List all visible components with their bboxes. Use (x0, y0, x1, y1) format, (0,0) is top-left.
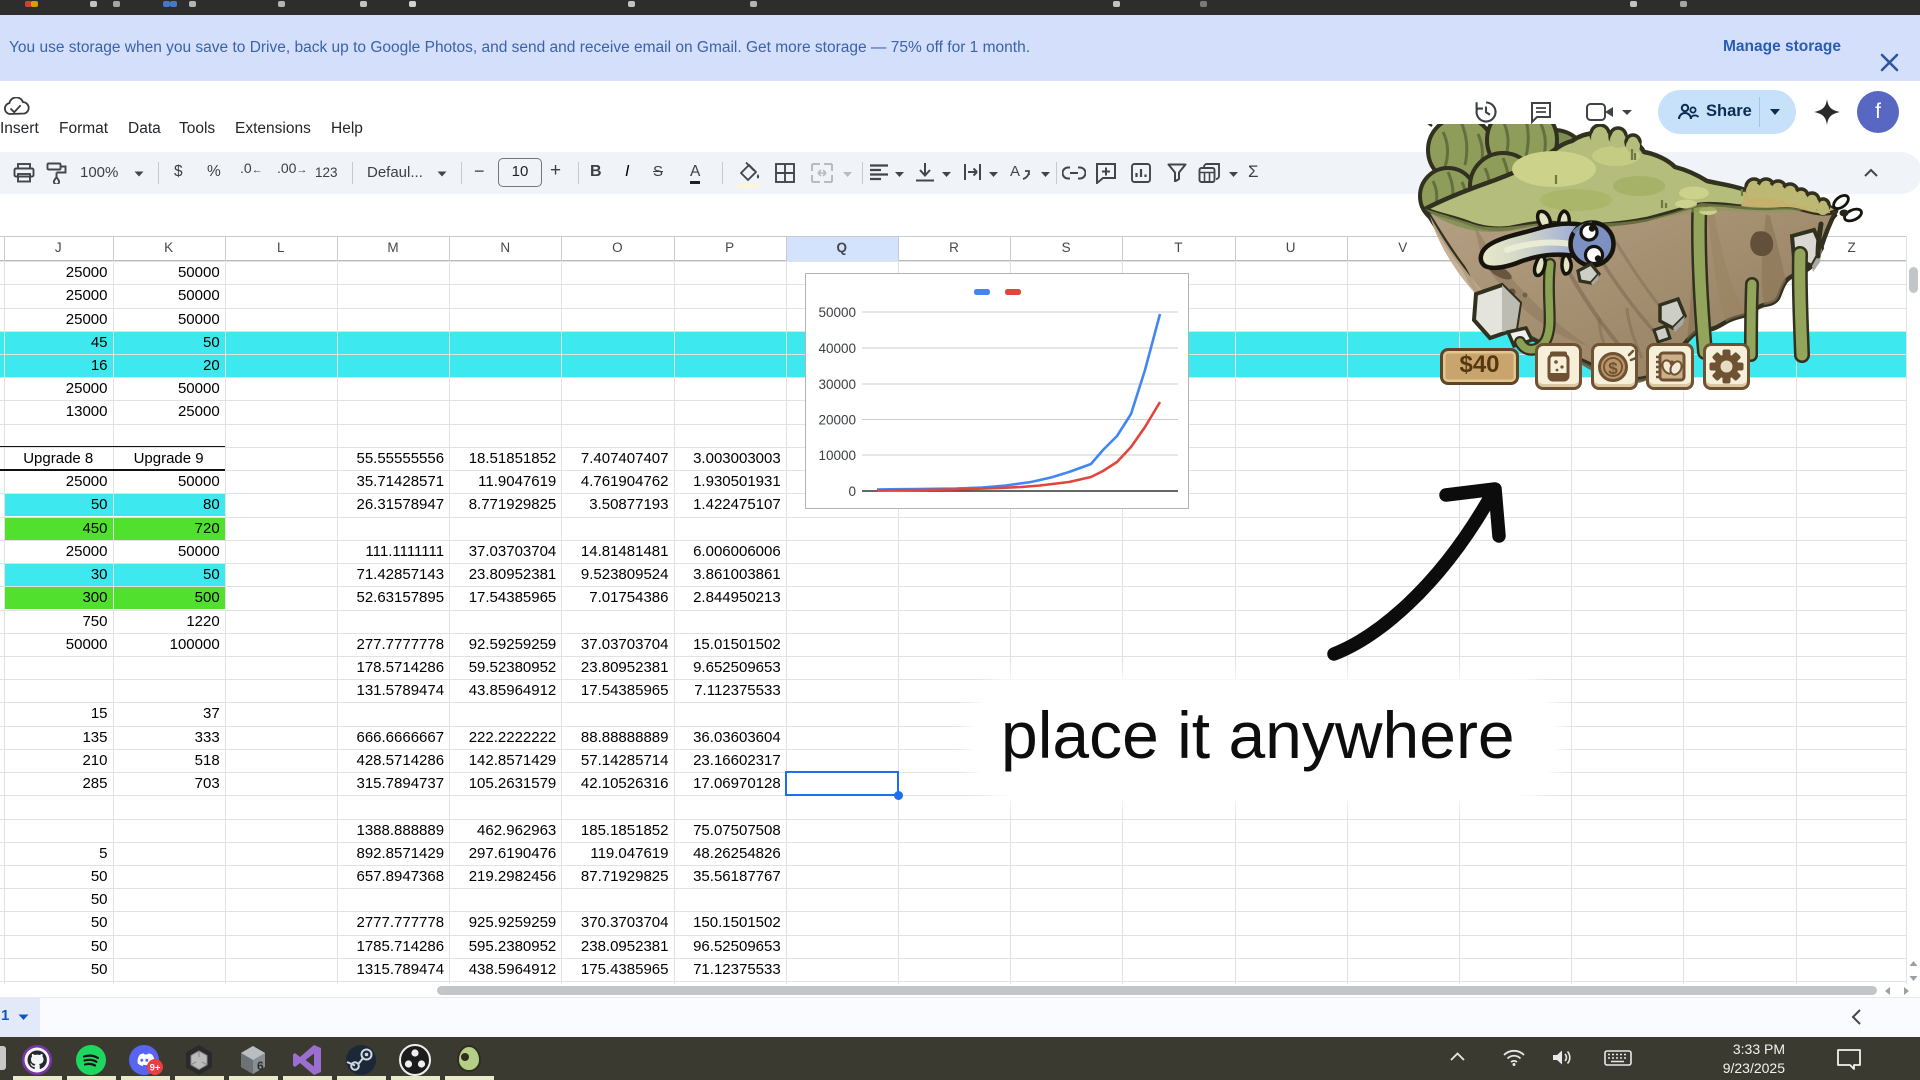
svg-text:50000: 50000 (818, 305, 856, 320)
svg-text:10000: 10000 (818, 448, 856, 463)
svg-text:6: 6 (257, 1059, 264, 1073)
svg-text:30000: 30000 (818, 377, 856, 392)
svg-text:20000: 20000 (818, 413, 856, 428)
svg-text:$: $ (1608, 359, 1618, 378)
svg-text:9+: 9+ (150, 1063, 161, 1074)
svg-text:A: A (1010, 163, 1020, 180)
svg-text:40000: 40000 (818, 341, 856, 356)
svg-text:0: 0 (848, 484, 856, 499)
